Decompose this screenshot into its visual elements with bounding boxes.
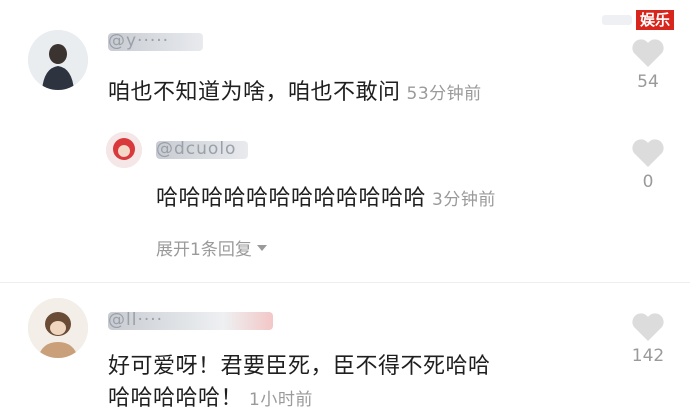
comment-time: 53分钟前 xyxy=(406,84,482,104)
divider xyxy=(0,282,690,283)
comment-time: 3分钟前 xyxy=(432,190,496,210)
like-count: 142 xyxy=(631,346,665,366)
avatar[interactable] xyxy=(106,132,142,168)
avatar-photo xyxy=(28,298,88,358)
username[interactable]: @dcuolo xyxy=(156,139,248,159)
watermark-faint-text xyxy=(601,15,632,25)
comment-text: 哈哈哈哈哈！ 1小时前 xyxy=(108,386,313,411)
caret-down-icon xyxy=(256,244,267,251)
avatar[interactable] xyxy=(28,30,88,90)
like-button[interactable]: 0 xyxy=(618,138,678,192)
avatar-photo xyxy=(106,132,142,168)
like-count: 0 xyxy=(642,172,654,192)
heart-icon xyxy=(632,39,664,67)
expand-replies-button[interactable]: 展开1条回复 xyxy=(156,235,268,260)
username[interactable]: @y····· xyxy=(108,31,203,51)
comment-time: 1小时前 xyxy=(249,390,313,410)
comment-text: 咱也不知道为啥，咱也不敢问 53分钟前 xyxy=(108,80,482,105)
comment-text: 哈哈哈哈哈哈哈哈哈哈哈哈 3分钟前 xyxy=(156,186,496,211)
avatar[interactable] xyxy=(28,298,88,358)
watermark: 娱乐 xyxy=(601,10,674,30)
watermark-badge: 娱乐 xyxy=(635,10,674,30)
username[interactable]: @ll···· xyxy=(108,310,273,330)
like-button[interactable]: 142 xyxy=(618,312,678,366)
like-count: 54 xyxy=(637,72,659,92)
avatar-photo xyxy=(28,30,88,90)
like-button[interactable]: 54 xyxy=(618,38,678,92)
comment-text: 好可爱呀！君要臣死，臣不得不死哈哈 xyxy=(108,354,491,379)
heart-icon xyxy=(632,313,664,341)
heart-icon xyxy=(632,139,664,167)
